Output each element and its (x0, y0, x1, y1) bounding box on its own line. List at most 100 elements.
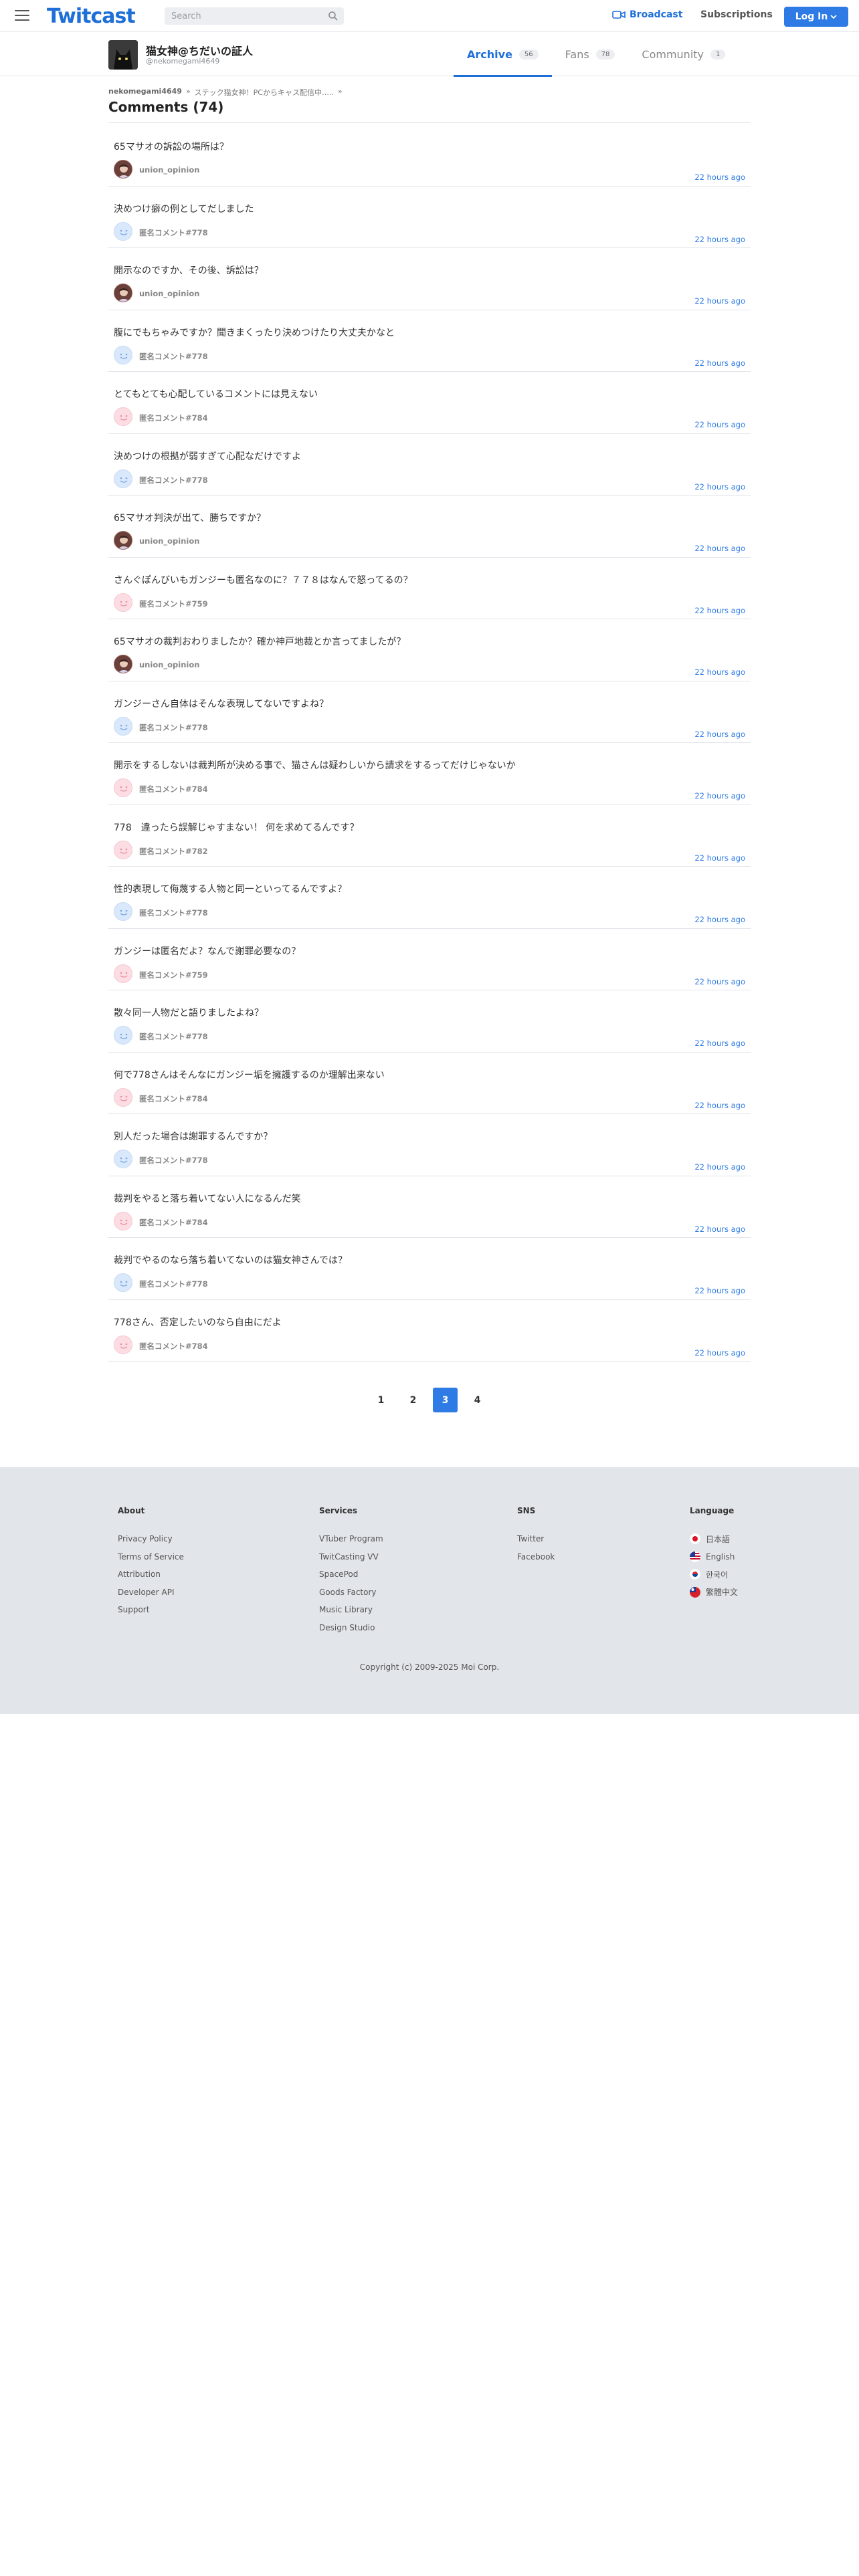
comment-timestamp[interactable]: 22 hours ago (694, 1101, 745, 1110)
commenter-avatar[interactable] (114, 840, 132, 859)
page-button-4[interactable]: 4 (465, 1388, 490, 1412)
tab-label: Fans (565, 47, 589, 61)
footer-link[interactable]: Goods Factory (319, 1584, 383, 1602)
commenter-name[interactable]: 匿名コメント#759 (139, 599, 208, 609)
commenter-avatar[interactable] (114, 778, 132, 797)
commenter-name[interactable]: 匿名コメント#784 (139, 413, 208, 423)
commenter-name[interactable]: union_opinion (139, 165, 199, 175)
comment-timestamp[interactable]: 22 hours ago (694, 730, 745, 739)
commenter-avatar[interactable] (114, 531, 132, 550)
tab-community[interactable]: Community 1 (628, 32, 739, 76)
comment-timestamp[interactable]: 22 hours ago (694, 1039, 745, 1048)
login-button[interactable]: Log In (784, 7, 848, 27)
commenter-name[interactable]: 匿名コメント#778 (139, 227, 208, 238)
commenter-avatar[interactable] (114, 1150, 132, 1168)
subscriptions-link[interactable]: Subscriptions (700, 9, 773, 20)
footer-link[interactable]: VTuber Program (319, 1530, 383, 1548)
commenter-avatar[interactable] (114, 1335, 132, 1354)
commenter-name[interactable]: 匿名コメント#784 (139, 1093, 208, 1104)
footer-link[interactable]: Privacy Policy (118, 1530, 184, 1548)
comment-timestamp[interactable]: 22 hours ago (694, 977, 745, 986)
commenter-name[interactable]: 匿名コメント#784 (139, 1217, 208, 1228)
footer-link[interactable]: Design Studio (319, 1619, 383, 1637)
commenter-name[interactable]: 匿名コメント#778 (139, 351, 208, 362)
comment-item: 腹にでもちゃみですか？聞きまくったり決めつけたり大丈夫かなと 匿名コメント#778… (108, 310, 751, 372)
twitcast-logo[interactable]: Twitcast (47, 5, 136, 28)
broadcast-link[interactable]: Broadcast (612, 9, 682, 20)
commenter-avatar[interactable] (114, 902, 132, 921)
tab-archive[interactable]: Archive 56 (454, 32, 552, 77)
commenter-name[interactable]: union_opinion (139, 289, 199, 298)
commenter-name[interactable]: 匿名コメント#778 (139, 722, 208, 733)
commenter-name[interactable]: union_opinion (139, 660, 199, 669)
page-button-1[interactable]: 1 (369, 1388, 393, 1412)
footer-link[interactable]: English (690, 1548, 738, 1566)
commenter-name[interactable]: 匿名コメント#784 (139, 1341, 208, 1352)
footer-link[interactable]: Twitter (517, 1530, 555, 1548)
comment-timestamp[interactable]: 22 hours ago (694, 1224, 745, 1234)
comment-timestamp[interactable]: 22 hours ago (694, 296, 745, 306)
comment-timestamp[interactable]: 22 hours ago (694, 606, 745, 615)
comment-timestamp[interactable]: 22 hours ago (694, 1348, 745, 1358)
commenter-name[interactable]: 匿名コメント#759 (139, 970, 208, 980)
commenter-name[interactable]: 匿名コメント#784 (139, 784, 208, 794)
comment-timestamp[interactable]: 22 hours ago (694, 853, 745, 863)
comment-timestamp[interactable]: 22 hours ago (694, 1162, 745, 1172)
comment-timestamp[interactable]: 22 hours ago (694, 420, 745, 429)
comment-timestamp[interactable]: 22 hours ago (694, 791, 745, 800)
tab-fans[interactable]: Fans 78 (552, 32, 629, 76)
search-icon[interactable] (328, 11, 339, 21)
commenter-avatar[interactable] (114, 345, 132, 364)
footer-link[interactable]: Music Library (319, 1601, 383, 1619)
page-button-2[interactable]: 2 (401, 1388, 425, 1412)
footer-link[interactable]: TwitCasting VV (319, 1548, 383, 1566)
commenter-name[interactable]: 匿名コメント#782 (139, 846, 208, 857)
commenter-name[interactable]: 匿名コメント#778 (139, 907, 208, 918)
comment-timestamp[interactable]: 22 hours ago (694, 544, 745, 553)
comment-timestamp[interactable]: 22 hours ago (694, 1286, 745, 1295)
profile-avatar[interactable] (108, 40, 138, 70)
breadcrumb-movie[interactable]: ステック猫女神！PCからキャス配信中‥... (195, 87, 334, 98)
comment-timestamp[interactable]: 22 hours ago (694, 482, 745, 492)
page-button-3[interactable]: 3 (433, 1388, 458, 1412)
menu-icon[interactable] (15, 10, 29, 22)
commenter-avatar[interactable] (114, 655, 132, 673)
commenter-avatar[interactable] (114, 1211, 132, 1230)
footer-link[interactable]: Terms of Service (118, 1548, 184, 1566)
commenter-avatar[interactable] (114, 1026, 132, 1045)
commenter-avatar[interactable] (114, 160, 132, 179)
comment-timestamp[interactable]: 22 hours ago (694, 915, 745, 924)
comment-timestamp[interactable]: 22 hours ago (694, 667, 745, 677)
profile-name[interactable]: 猫女神@ちだいの証人 (146, 42, 253, 58)
commenter-avatar[interactable] (114, 221, 132, 241)
commenter-avatar[interactable] (114, 1273, 132, 1292)
footer-link[interactable]: Support (118, 1601, 184, 1619)
commenter-avatar[interactable] (114, 964, 132, 983)
commenter-name[interactable]: 匿名コメント#778 (139, 1279, 208, 1289)
commenter-avatar[interactable] (114, 284, 132, 302)
commenter-avatar[interactable] (114, 407, 132, 426)
search-input[interactable] (165, 7, 318, 25)
commenter-name[interactable]: union_opinion (139, 536, 199, 546)
footer-link[interactable]: Facebook (517, 1548, 555, 1566)
commenter-name[interactable]: 匿名コメント#778 (139, 1031, 208, 1042)
commenter-name[interactable]: 匿名コメント#778 (139, 475, 208, 486)
tab-count: 56 (518, 49, 539, 60)
footer-link[interactable]: 한국어 (690, 1566, 738, 1584)
breadcrumb-user[interactable]: nekomegami4649 (108, 87, 182, 98)
comment-timestamp[interactable]: 22 hours ago (694, 235, 745, 244)
commenter-avatar[interactable] (114, 1087, 132, 1107)
footer-link[interactable]: Developer API (118, 1584, 184, 1602)
footer-link[interactable]: SpacePod (319, 1566, 383, 1584)
broadcast-label: Broadcast (630, 9, 683, 20)
comment-item: 65マサオの裁判おわりましたか？確か神戸地裁とか言ってましたが？ union_op… (108, 619, 751, 681)
commenter-name[interactable]: 匿名コメント#778 (139, 1155, 208, 1166)
footer-link[interactable]: Attribution (118, 1566, 184, 1584)
commenter-avatar[interactable] (114, 469, 132, 488)
commenter-avatar[interactable] (114, 716, 132, 736)
commenter-avatar[interactable] (114, 593, 132, 612)
comment-timestamp[interactable]: 22 hours ago (694, 173, 745, 182)
footer-link[interactable]: 繁體中文 (690, 1584, 738, 1602)
comment-timestamp[interactable]: 22 hours ago (694, 358, 745, 368)
footer-link[interactable]: 日本語 (690, 1530, 738, 1548)
